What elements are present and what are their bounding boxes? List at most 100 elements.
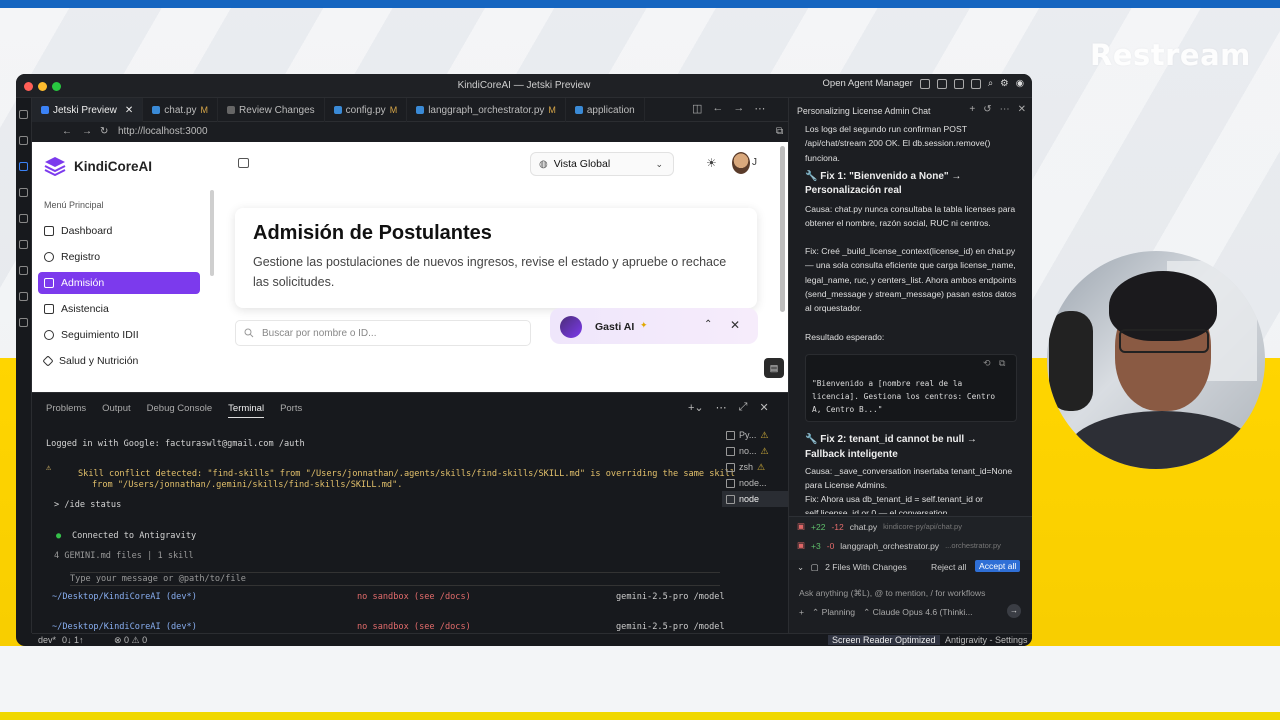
sync-indicator[interactable]: 0↓ 1↑ bbox=[62, 635, 84, 645]
agent-panel: Personalizing License Admin Chat + ↺ ⋯ ✕… bbox=[788, 98, 1032, 633]
more-icon[interactable]: ⋯ bbox=[754, 102, 765, 115]
insert-icon[interactable]: ⟲ bbox=[983, 358, 991, 369]
terminal-item[interactable]: zsh ⚠ bbox=[722, 459, 788, 475]
theme-toggle-sun-icon[interactable]: ☀ bbox=[706, 156, 717, 170]
terminal-connected-line: Connected to Antigravity bbox=[72, 531, 197, 541]
search-icon[interactable] bbox=[19, 136, 28, 145]
globe-icon: ◍ bbox=[539, 158, 548, 170]
scope-value: Vista Global bbox=[553, 158, 611, 170]
layout-icon[interactable] bbox=[919, 78, 930, 89]
maximize-panel-icon[interactable]: ⤢ bbox=[739, 401, 748, 414]
back-icon[interactable]: ← bbox=[62, 126, 72, 137]
close-icon[interactable]: ✕ bbox=[759, 401, 768, 414]
plus-icon[interactable]: + bbox=[969, 104, 975, 115]
close-icon[interactable]: ✕ bbox=[730, 318, 740, 332]
open-agent-manager-button[interactable]: Open Agent Manager bbox=[823, 78, 913, 89]
search-input[interactable]: Buscar por nombre o ID... bbox=[235, 320, 531, 346]
testing-icon[interactable] bbox=[19, 292, 28, 301]
sidebar-item-label: Seguimiento IDII bbox=[61, 329, 139, 341]
explorer-icon[interactable] bbox=[19, 110, 28, 119]
chevron-up-icon[interactable]: ⌃ bbox=[704, 319, 712, 330]
assistant-chat-header[interactable]: Gasti AI ✦ ⌃ ✕ bbox=[550, 308, 758, 344]
panel-icon[interactable]: ▤ bbox=[764, 358, 784, 378]
split-editor-icon[interactable]: ◫ bbox=[692, 102, 702, 115]
source-control-icon[interactable] bbox=[19, 162, 28, 171]
panel-toggle-icon[interactable] bbox=[953, 78, 964, 89]
tab-debug-console[interactable]: Debug Console bbox=[147, 403, 213, 418]
app-brand[interactable]: KindiCoreAI bbox=[44, 156, 152, 176]
screen-reader-indicator[interactable]: Screen Reader Optimized bbox=[828, 635, 940, 645]
reject-all-button[interactable]: Reject all bbox=[931, 562, 966, 572]
scope-select[interactable]: ◍ Vista Global ⌄ bbox=[530, 152, 674, 176]
problems-indicator[interactable]: ⊗ 0 ⚠ 0 bbox=[114, 635, 147, 646]
tab-terminal[interactable]: Terminal bbox=[228, 403, 265, 418]
url-input[interactable]: http://localhost:3000 bbox=[118, 126, 208, 137]
restream-logo: Restream bbox=[1090, 38, 1251, 72]
accept-all-button[interactable]: Accept all bbox=[975, 560, 1021, 572]
extensions-icon[interactable] bbox=[19, 214, 28, 223]
new-terminal-icon[interactable]: +⌄ bbox=[688, 401, 704, 414]
mode-select[interactable]: ⌃ Planning bbox=[812, 607, 855, 618]
secondary-sidebar-icon[interactable] bbox=[970, 78, 981, 89]
plus-icon[interactable]: + bbox=[799, 607, 804, 618]
more-icon[interactable]: ⋯ bbox=[716, 401, 727, 414]
terminal-model: gemini-2.5-pro /model bbox=[616, 592, 725, 602]
agent-input[interactable]: Ask anything (⌘L), @ to mention, / for w… bbox=[795, 582, 1027, 624]
account-icon[interactable]: ◉ bbox=[1016, 78, 1024, 89]
tab-chat-py[interactable]: chat.py M bbox=[143, 98, 219, 122]
sidebar-item-admision[interactable]: Admisión bbox=[38, 272, 200, 294]
sidebar-item-asistencia[interactable]: Asistencia bbox=[38, 298, 200, 320]
send-icon[interactable]: → bbox=[1007, 604, 1021, 618]
sidebar-toggle-icon[interactable] bbox=[238, 158, 249, 168]
sidebar-item-seguimiento[interactable]: Seguimiento IDII bbox=[38, 324, 200, 346]
sidebar-scrollbar[interactable] bbox=[210, 190, 214, 276]
sidebar-item-salud[interactable]: Salud y Nutrición bbox=[38, 350, 200, 372]
browser-icon[interactable] bbox=[19, 240, 28, 249]
terminal-item[interactable]: no... ⚠ bbox=[722, 443, 788, 459]
reload-icon[interactable]: ↻ bbox=[100, 126, 108, 137]
changed-file-row[interactable]: ▣ +22 -12 chat.py kindicore-py/api/chat.… bbox=[797, 521, 962, 532]
database-icon[interactable] bbox=[19, 318, 28, 327]
more-icon[interactable]: ⋯ bbox=[1000, 104, 1010, 115]
sidebar-toggle-icon[interactable] bbox=[936, 78, 947, 89]
tab-langgraph-orchestrator[interactable]: langgraph_orchestrator.py M bbox=[407, 98, 566, 122]
files-changed-label[interactable]: 2 Files With Changes bbox=[825, 562, 907, 572]
page-description: Gestione las postulaciones de nuevos ing… bbox=[253, 255, 727, 289]
terminal-item[interactable]: Py... ⚠ bbox=[722, 427, 788, 443]
forward-arrow-icon[interactable]: → bbox=[733, 102, 744, 115]
model-select[interactable]: ⌃ Claude Opus 4.6 (Thinki... bbox=[863, 607, 972, 618]
open-external-icon[interactable]: ⧉ bbox=[776, 126, 783, 137]
tab-problems[interactable]: Problems bbox=[46, 403, 86, 418]
tab-application[interactable]: application bbox=[566, 98, 645, 122]
terminal-item-active[interactable]: node bbox=[722, 491, 788, 507]
run-debug-icon[interactable] bbox=[19, 188, 28, 197]
tab-output[interactable]: Output bbox=[102, 403, 131, 418]
viewport-scrollbar[interactable] bbox=[780, 146, 785, 312]
settings-indicator[interactable]: Antigravity - Settings bbox=[945, 635, 1028, 645]
back-arrow-icon[interactable]: ← bbox=[712, 102, 723, 115]
changed-file-row[interactable]: ▣ +3 -0 langgraph_orchestrator.py ...orc… bbox=[797, 540, 1001, 551]
tab-jetski-preview[interactable]: Jetski Preview ✕ bbox=[32, 98, 144, 122]
close-icon[interactable]: ✕ bbox=[1018, 104, 1026, 115]
tab-ports[interactable]: Ports bbox=[280, 403, 302, 418]
search-icon[interactable]: ⌕ bbox=[988, 78, 993, 89]
terminal-name: Py... bbox=[739, 430, 757, 440]
close-tab-icon[interactable]: ✕ bbox=[125, 105, 133, 116]
url-bar: ← → ↻ http://localhost:3000 ⧉ bbox=[32, 122, 788, 142]
gear-icon[interactable]: ⚙ bbox=[1000, 78, 1009, 89]
sidebar-item-registro[interactable]: Registro bbox=[38, 246, 200, 268]
chevron-down-icon[interactable]: ⌄ bbox=[797, 562, 804, 572]
tab-config-py[interactable]: config.py M bbox=[325, 98, 408, 122]
copy-icon[interactable]: ⧉ bbox=[999, 358, 1005, 369]
forward-icon[interactable]: → bbox=[82, 126, 92, 137]
sidebar-item-dashboard[interactable]: Dashboard bbox=[38, 220, 200, 242]
remote-icon[interactable] bbox=[19, 266, 28, 275]
terminal-name: node bbox=[739, 494, 760, 504]
search-icon bbox=[244, 328, 254, 338]
terminal-prompt-input[interactable]: Type your message or @path/to/file bbox=[70, 572, 720, 586]
history-icon[interactable]: ↺ bbox=[983, 104, 991, 115]
tab-review-changes[interactable]: Review Changes bbox=[218, 98, 325, 122]
avatar[interactable] bbox=[732, 152, 750, 174]
branch-indicator[interactable]: dev* bbox=[38, 635, 56, 645]
terminal-item[interactable]: node... bbox=[722, 475, 788, 491]
